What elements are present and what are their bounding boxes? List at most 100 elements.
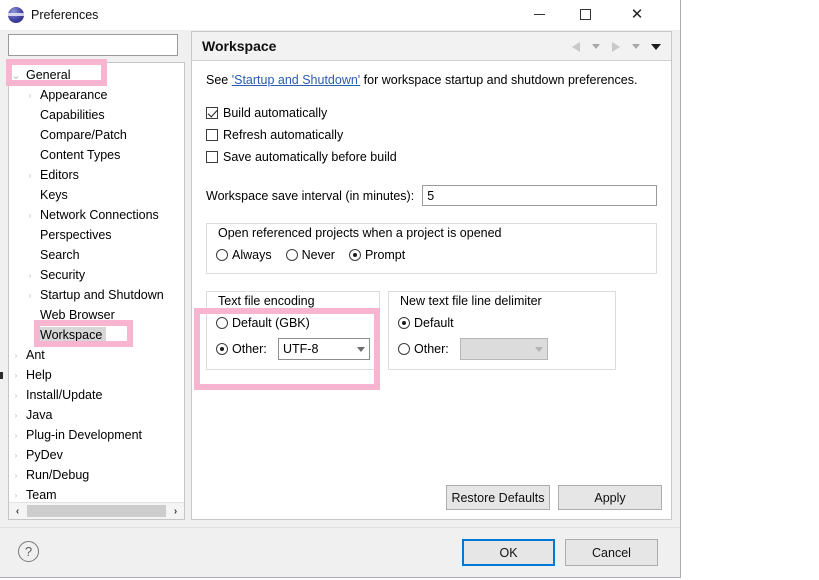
preference-page: Workspace See 'Startup and Shutdown' for… (191, 31, 672, 520)
radio-label: Never (302, 248, 335, 262)
text-file-encoding-legend: Text file encoding (215, 294, 318, 308)
startup-shutdown-link[interactable]: 'Startup and Shutdown' (232, 73, 360, 87)
forward-history-chevron-down-icon[interactable] (627, 38, 645, 56)
checkbox-refresh-automatically[interactable]: Refresh automatically (206, 125, 657, 144)
sidebar-item-ant[interactable]: ›Ant (9, 345, 184, 365)
sidebar-item-help[interactable]: ›Help (9, 365, 184, 385)
sidebar-item-label: Install/Update (23, 387, 106, 403)
preferences-sphere-icon (8, 7, 24, 23)
radio-never[interactable]: Never (286, 245, 335, 264)
preferences-navigation: ⌄General›AppearanceCapabilitiesCompare/P… (8, 34, 185, 520)
sidebar-item-java[interactable]: ›Java (9, 405, 184, 425)
help-icon[interactable]: ? (18, 541, 39, 562)
encoding-other-row: Other: UTF-8 (216, 338, 370, 360)
sidebar-item-pydev[interactable]: ›PyDev (9, 445, 184, 465)
sidebar-item-editors[interactable]: ›Editors (9, 165, 184, 185)
filter-input[interactable] (8, 34, 178, 56)
forward-arrow-icon[interactable] (607, 38, 625, 56)
page-title: Workspace (202, 38, 276, 54)
sidebar-item-label: General (23, 67, 74, 83)
save-interval-input[interactable] (422, 185, 657, 206)
chevron-right-icon[interactable]: › (9, 351, 23, 360)
radio-indicator (216, 317, 228, 329)
sidebar-item-label: Team (23, 487, 61, 502)
sidebar-item-content-types[interactable]: Content Types (9, 145, 184, 165)
sidebar-item-label: Editors (37, 167, 83, 183)
back-history-chevron-down-icon[interactable] (587, 38, 605, 56)
chevron-right-icon[interactable]: › (23, 171, 37, 180)
view-menu-chevron-down-icon[interactable] (647, 38, 665, 56)
ok-button[interactable]: OK (462, 539, 555, 566)
encoding-select[interactable]: UTF-8 (278, 338, 370, 360)
radio-indicator (286, 249, 298, 261)
sidebar-item-web-browser[interactable]: Web Browser (9, 305, 184, 325)
text-file-encoding-group: Text file encoding Default (GBK) Other: … (206, 291, 380, 370)
encoding-default-radio[interactable]: Default (GBK) (216, 313, 370, 332)
scroll-left-icon[interactable]: ‹ (9, 503, 26, 519)
checkbox-build-automatically[interactable]: Build automatically (206, 103, 657, 122)
scroll-right-icon[interactable]: › (167, 503, 184, 519)
radio-indicator (398, 343, 410, 355)
restore-defaults-button[interactable]: Restore Defaults (446, 485, 550, 510)
chevron-right-icon[interactable]: › (9, 471, 23, 480)
scrollbar-thumb[interactable] (27, 505, 166, 517)
chevron-right-icon[interactable]: › (9, 371, 23, 380)
open-referenced-projects-options: Always Never Prompt (216, 245, 647, 264)
delimiter-other-radio[interactable]: Other: (398, 340, 456, 359)
sidebar-item-capabilities[interactable]: Capabilities (9, 105, 184, 125)
checkbox-label: Save automatically before build (223, 150, 397, 164)
chevron-right-icon[interactable]: › (9, 391, 23, 400)
delimiter-default-radio[interactable]: Default (398, 313, 606, 332)
radio-indicator (216, 249, 228, 261)
close-icon[interactable]: ✕ (614, 0, 660, 29)
radio-indicator (349, 249, 361, 261)
sidebar-item-general[interactable]: ⌄General (9, 65, 184, 85)
sidebar-item-appearance[interactable]: ›Appearance (9, 85, 184, 105)
chevron-right-icon[interactable]: › (9, 491, 23, 500)
workspace-checkbox-group: Build automatically Refresh automatically… (206, 103, 657, 166)
preferences-tree[interactable]: ⌄General›AppearanceCapabilitiesCompare/P… (8, 62, 185, 520)
sidebar-item-team[interactable]: ›Team (9, 485, 184, 502)
chevron-down-icon[interactable]: ⌄ (9, 69, 23, 82)
chevron-right-icon[interactable]: › (9, 451, 23, 460)
checkbox-save-automatically-before-build[interactable]: Save automatically before build (206, 147, 657, 166)
minimize-icon[interactable] (516, 0, 562, 29)
radio-indicator (216, 343, 228, 355)
chevron-right-icon[interactable]: › (23, 211, 37, 220)
sidebar-item-plug-in-development[interactable]: ›Plug-in Development (9, 425, 184, 445)
checkbox-indicator (206, 151, 218, 163)
sidebar-item-label: Web Browser (37, 307, 119, 323)
page-body: See 'Startup and Shutdown' for workspace… (192, 61, 671, 370)
encoding-other-radio[interactable]: Other: (216, 340, 274, 359)
chevron-right-icon[interactable]: › (23, 91, 37, 100)
capture-artifact (0, 372, 3, 379)
chevron-right-icon[interactable]: › (9, 411, 23, 420)
chevron-right-icon[interactable]: › (23, 291, 37, 300)
radio-prompt[interactable]: Prompt (349, 245, 405, 264)
sidebar-item-startup-and-shutdown[interactable]: ›Startup and Shutdown (9, 285, 184, 305)
sidebar-item-label: Security (37, 267, 89, 283)
apply-button[interactable]: Apply (558, 485, 662, 510)
chevron-down-icon (535, 347, 543, 352)
maximize-icon[interactable] (562, 0, 608, 29)
radio-always[interactable]: Always (216, 245, 272, 264)
sidebar-item-network-connections[interactable]: ›Network Connections (9, 205, 184, 225)
preferences-tree-list: ⌄General›AppearanceCapabilitiesCompare/P… (9, 63, 184, 502)
chevron-right-icon[interactable]: › (23, 271, 37, 280)
sidebar-item-keys[interactable]: Keys (9, 185, 184, 205)
sidebar-item-label: Keys (37, 187, 72, 203)
sidebar-item-install-update[interactable]: ›Install/Update (9, 385, 184, 405)
sidebar-item-search[interactable]: Search (9, 245, 184, 265)
delimiter-default-label: Default (414, 316, 454, 330)
sidebar-item-compare-patch[interactable]: Compare/Patch (9, 125, 184, 145)
tree-horizontal-scrollbar[interactable]: ‹ › (9, 502, 184, 519)
sidebar-item-run-debug[interactable]: ›Run/Debug (9, 465, 184, 485)
sidebar-item-label: Workspace (37, 327, 106, 343)
sidebar-item-security[interactable]: ›Security (9, 265, 184, 285)
chevron-right-icon[interactable]: › (9, 431, 23, 440)
cancel-button[interactable]: Cancel (565, 539, 658, 566)
sidebar-item-perspectives[interactable]: Perspectives (9, 225, 184, 245)
back-arrow-icon[interactable] (567, 38, 585, 56)
sidebar-item-workspace[interactable]: Workspace (9, 325, 184, 345)
sidebar-item-label: Appearance (37, 87, 111, 103)
